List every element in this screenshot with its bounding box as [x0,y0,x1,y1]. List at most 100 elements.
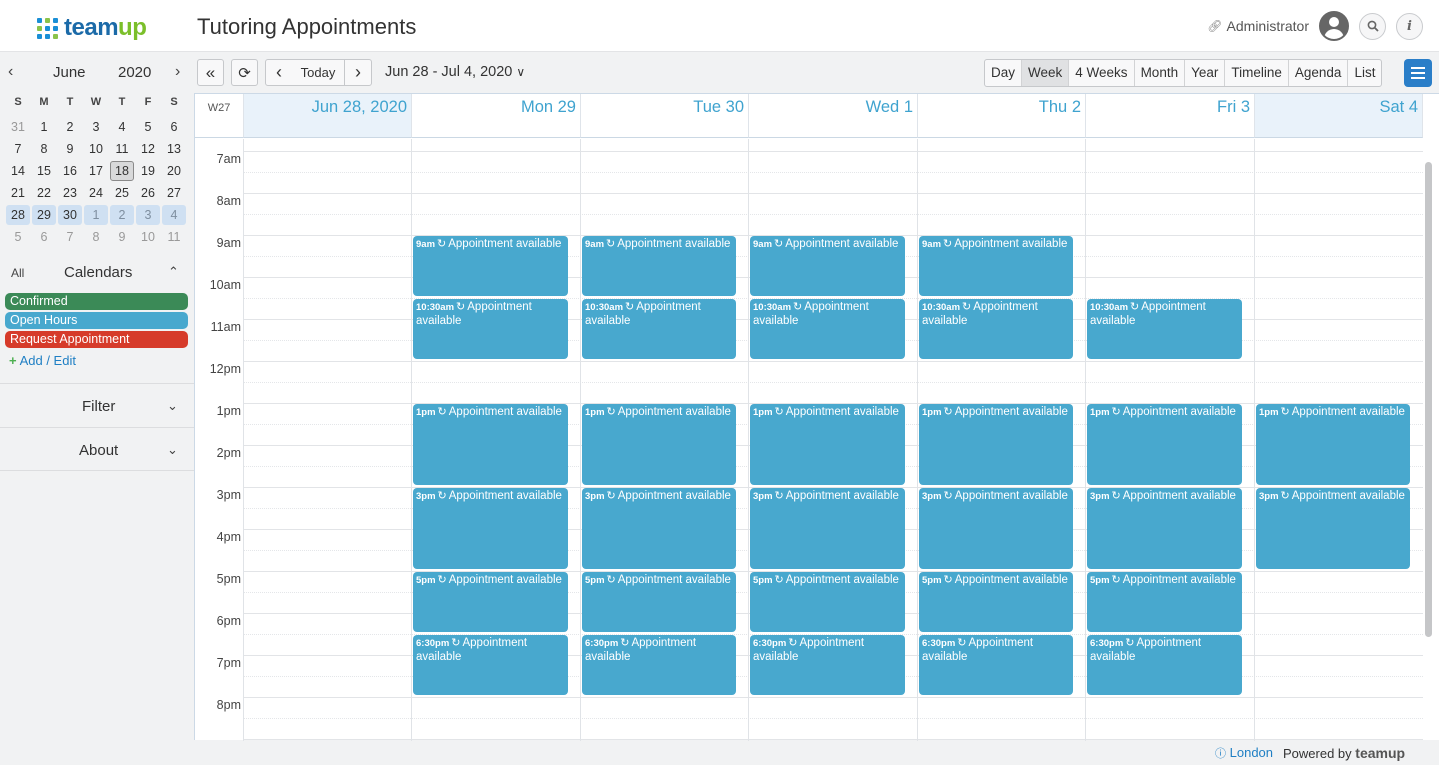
mini-day[interactable]: 1 [31,116,57,138]
mini-next-month-icon[interactable]: › [175,63,180,81]
mini-month[interactable]: June [53,64,86,81]
teamup-logo[interactable]: teamup [37,14,147,42]
appointment-event[interactable]: 1pm ↻ Appointment available [1256,404,1410,485]
appointment-event[interactable]: 1pm ↻ Appointment available [582,404,736,485]
calendar-chip-open-hours[interactable]: Open Hours [5,312,188,329]
appointment-event[interactable]: 5pm ↻ Appointment available [750,572,905,632]
mini-day[interactable]: 1 [84,205,108,225]
day-header[interactable]: Sat 4 [1255,94,1423,138]
mini-day[interactable]: 28 [6,205,30,225]
mini-prev-month-icon[interactable]: ‹ [8,63,13,81]
appointment-event[interactable]: 6:30pm ↻ Appointment available [413,635,568,695]
appointment-event[interactable]: 6:30pm ↻ Appointment available [750,635,905,695]
mini-day[interactable]: 8 [31,138,57,160]
mini-day[interactable]: 20 [161,160,187,182]
user-role[interactable]: 🔗︎ Administrator [1207,18,1309,34]
mini-day[interactable]: 4 [162,205,186,225]
view-year-button[interactable]: Year [1185,60,1226,86]
view-agenda-button[interactable]: Agenda [1289,60,1349,86]
appointment-event[interactable]: 9am ↻ Appointment available [582,236,736,296]
appointment-event[interactable]: 6:30pm ↻ Appointment available [919,635,1073,695]
vertical-scrollbar[interactable] [1425,162,1432,637]
mini-day[interactable]: 15 [31,160,57,182]
mini-day[interactable]: 21 [5,182,31,204]
appointment-event[interactable]: 6:30pm ↻ Appointment available [582,635,736,695]
appointment-event[interactable]: 10:30am ↻ Appointment available [413,299,568,359]
chevron-up-icon[interactable]: ⌃ [168,264,179,280]
appointment-event[interactable]: 10:30am ↻ Appointment available [750,299,905,359]
mini-day[interactable]: 3 [136,205,160,225]
mini-day[interactable]: 17 [83,160,109,182]
prev-week-button[interactable]: ‹ [265,59,293,86]
mini-day[interactable]: 19 [135,160,161,182]
appointment-event[interactable]: 1pm ↻ Appointment available [1087,404,1242,485]
refresh-button[interactable]: ⟳ [231,59,258,86]
today-button[interactable]: Today [292,59,345,86]
mini-day[interactable]: 5 [135,116,161,138]
view-timeline-button[interactable]: Timeline [1225,60,1289,86]
appointment-event[interactable]: 1pm ↻ Appointment available [919,404,1073,485]
view-4-weeks-button[interactable]: 4 Weeks [1069,60,1135,86]
appointment-event[interactable]: 10:30am ↻ Appointment available [582,299,736,359]
mini-day[interactable]: 31 [5,116,31,138]
appointment-event[interactable]: 9am ↻ Appointment available [750,236,905,296]
view-week-button[interactable]: Week [1022,60,1070,86]
mini-day[interactable]: 11 [109,138,135,160]
calendars-title[interactable]: Calendars [64,264,132,281]
mini-day[interactable]: 6 [31,226,57,248]
powered-by[interactable]: Powered by teamup [1283,745,1405,761]
avatar[interactable] [1319,11,1349,41]
appointment-event[interactable]: 1pm ↻ Appointment available [413,404,568,485]
mini-day[interactable]: 3 [83,116,109,138]
calendar-chip-confirmed[interactable]: Confirmed [5,293,188,310]
day-header[interactable]: Thu 2 [918,94,1086,138]
filter-section[interactable]: Filter ⌄ [0,383,194,427]
mini-day[interactable]: 2 [57,116,83,138]
mini-day[interactable]: 9 [57,138,83,160]
mini-day[interactable]: 13 [161,138,187,160]
mini-day[interactable]: 22 [31,182,57,204]
appointment-event[interactable]: 5pm ↻ Appointment available [919,572,1073,632]
mini-day[interactable]: 24 [83,182,109,204]
day-header[interactable]: Wed 1 [749,94,918,138]
view-month-button[interactable]: Month [1135,60,1186,86]
mini-day[interactable]: 6 [161,116,187,138]
view-day-button[interactable]: Day [985,60,1023,86]
appointment-event[interactable]: 10:30am ↻ Appointment available [1087,299,1242,359]
mini-day[interactable]: 29 [32,205,56,225]
search-button[interactable] [1359,12,1386,40]
appointment-event[interactable]: 9am ↻ Appointment available [919,236,1073,296]
add-edit-calendars-link[interactable]: + Add / Edit [9,353,76,368]
calendar-chip-request-appointment[interactable]: Request Appointment [5,331,188,348]
mini-day[interactable]: 12 [135,138,161,160]
mini-day[interactable]: 5 [5,226,31,248]
mini-year[interactable]: 2020 [118,64,151,81]
date-range-selector[interactable]: Jun 28 - Jul 4, 2020 ∨ [385,64,525,80]
about-section[interactable]: About ⌄ [0,427,194,471]
time-grid[interactable]: 7am 8am 9am 10am 11am 12pm 1pm 2pm 3pm 4pm 5pm 6pm 7… [195,139,1423,741]
menu-button[interactable] [1404,59,1432,87]
appointment-event[interactable]: 5pm ↻ Appointment available [1087,572,1242,632]
timezone-link[interactable]: ⓘ London [1215,745,1273,761]
mini-day[interactable]: 26 [135,182,161,204]
mini-day[interactable]: 23 [57,182,83,204]
day-header[interactable]: Tue 30 [581,94,749,138]
appointment-event[interactable]: 3pm ↻ Appointment available [582,488,736,569]
appointment-event[interactable]: 6:30pm ↻ Appointment available [1087,635,1242,695]
appointment-event[interactable]: 10:30am ↻ Appointment available [919,299,1073,359]
appointment-event[interactable]: 3pm ↻ Appointment available [750,488,905,569]
appointment-event[interactable]: 3pm ↻ Appointment available [413,488,568,569]
appointment-event[interactable]: 5pm ↻ Appointment available [582,572,736,632]
info-button[interactable]: i [1396,12,1423,40]
mini-day[interactable]: 10 [135,226,161,248]
mini-day[interactable]: 8 [83,226,109,248]
appointment-event[interactable]: 5pm ↻ Appointment available [413,572,568,632]
appointment-event[interactable]: 3pm ↻ Appointment available [1256,488,1410,569]
day-header[interactable]: Jun 28, 2020 [244,94,412,138]
appointment-event[interactable]: 3pm ↻ Appointment available [1087,488,1242,569]
day-header[interactable]: Mon 29 [412,94,581,138]
mini-day[interactable]: 11 [161,226,187,248]
day-header[interactable]: Fri 3 [1086,94,1255,138]
mini-day[interactable]: 14 [5,160,31,182]
mini-day[interactable]: 25 [109,182,135,204]
